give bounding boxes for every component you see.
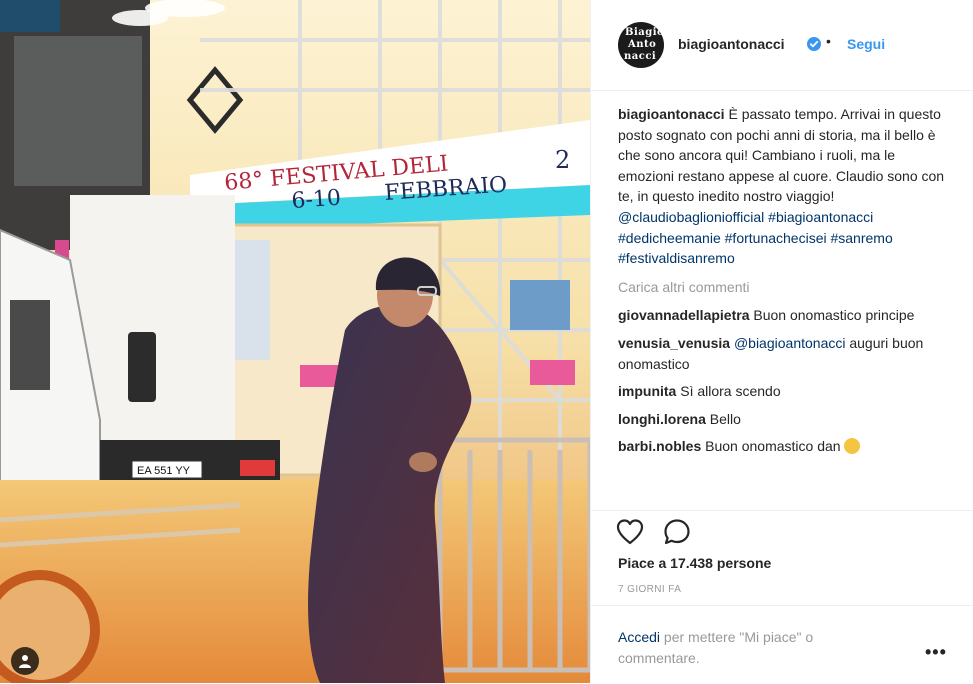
comment-username[interactable]: longhi.lorena (618, 411, 706, 427)
caption-mention[interactable]: @claudiobaglionio​fficial (618, 209, 764, 225)
photo-illustration: 68° FESTIVAL DELI 6-10 FEBBRAIO 2 EA 551… (0, 0, 590, 683)
separator-dot: • (826, 33, 831, 49)
comments-list[interactable]: biagioantonacci È passato tempo. Arrivai… (618, 104, 948, 510)
avatar[interactable]: Biagio Anto nacci (618, 22, 664, 68)
comment-item: longhi.lorena Bello (618, 409, 948, 430)
more-options-button[interactable]: ••• (925, 642, 947, 663)
hashtag-link[interactable]: #sanremo (830, 230, 892, 246)
like-heart-icon[interactable] (615, 517, 645, 547)
comment-item: barbi.nobles Buon onomastico dan (618, 436, 948, 457)
comment-item: impunita Sì allora scendo (618, 381, 948, 402)
post-actions (591, 510, 973, 551)
comment-username[interactable]: impunita (618, 383, 676, 399)
caption: biagioantonacci È passato tempo. Arrivai… (618, 104, 948, 269)
login-prompt: Accedi per mettere "Mi piace" o commenta… (618, 627, 888, 669)
avatar-text-1: Biagio (625, 27, 664, 38)
comment-item: venusia_venusia @biagioantonacci auguri … (618, 333, 948, 374)
likes-count[interactable]: Piace a 17.438 persone (618, 555, 771, 571)
comment-username[interactable]: barbi.nobles (618, 438, 701, 454)
hashtag-link[interactable]: #dedicheemanie (618, 230, 721, 246)
follow-button[interactable]: Segui (847, 36, 885, 52)
hashtag-link[interactable]: #biagioantonacci (768, 209, 873, 225)
post-side-panel: Biagio Anto nacci biagioantonacci • Segu… (590, 0, 973, 683)
verified-badge-icon (807, 37, 821, 51)
avatar-text-3: nacci (624, 51, 657, 62)
person-icon (19, 655, 31, 668)
post-timestamp[interactable]: 7 GIORNI FA (618, 584, 681, 595)
user-tag-button[interactable] (11, 647, 39, 675)
avatar-text-2: Anto (628, 39, 657, 50)
emoji-icon (844, 438, 861, 455)
login-link[interactable]: Accedi (618, 629, 660, 645)
header-username[interactable]: biagioantonacci (678, 36, 785, 52)
comment-text: Sì allora scendo (680, 383, 781, 400)
comment-mention[interactable]: @biagioantonacci (734, 335, 846, 351)
comment-bubble-icon[interactable] (662, 517, 692, 547)
login-bar: Accedi per mettere "Mi piace" o commenta… (591, 605, 973, 684)
comment-username[interactable]: giovannadellapietra (618, 307, 749, 323)
hashtag-link[interactable]: #festivaldisanremo (618, 250, 735, 266)
post-photo[interactable]: 68° FESTIVAL DELI 6-10 FEBBRAIO 2 EA 551… (0, 0, 590, 683)
sign-text-line2: 6-10 (291, 186, 342, 214)
comment-username[interactable]: venusia_venusia (618, 335, 730, 351)
sign-text-number: 2 (555, 146, 570, 174)
load-more-comments-link[interactable]: Carica altri commenti (618, 277, 948, 298)
comment-text: Bello (709, 410, 741, 427)
license-plate: EA 551 YY (137, 465, 191, 477)
comment-text: Buon onomastico dan (705, 438, 841, 455)
hashtag-link[interactable]: #fortunachecisei (725, 230, 827, 246)
post-header: Biagio Anto nacci biagioantonacci • Segu… (591, 0, 973, 91)
comment-item: giovannadellapietra Buon onomastico prin… (618, 305, 948, 326)
caption-username[interactable]: biagioantonacci (618, 106, 725, 122)
instagram-post-modal: 68° FESTIVAL DELI 6-10 FEBBRAIO 2 EA 551… (0, 0, 973, 683)
comment-text: Buon onomastico principe (753, 307, 915, 324)
